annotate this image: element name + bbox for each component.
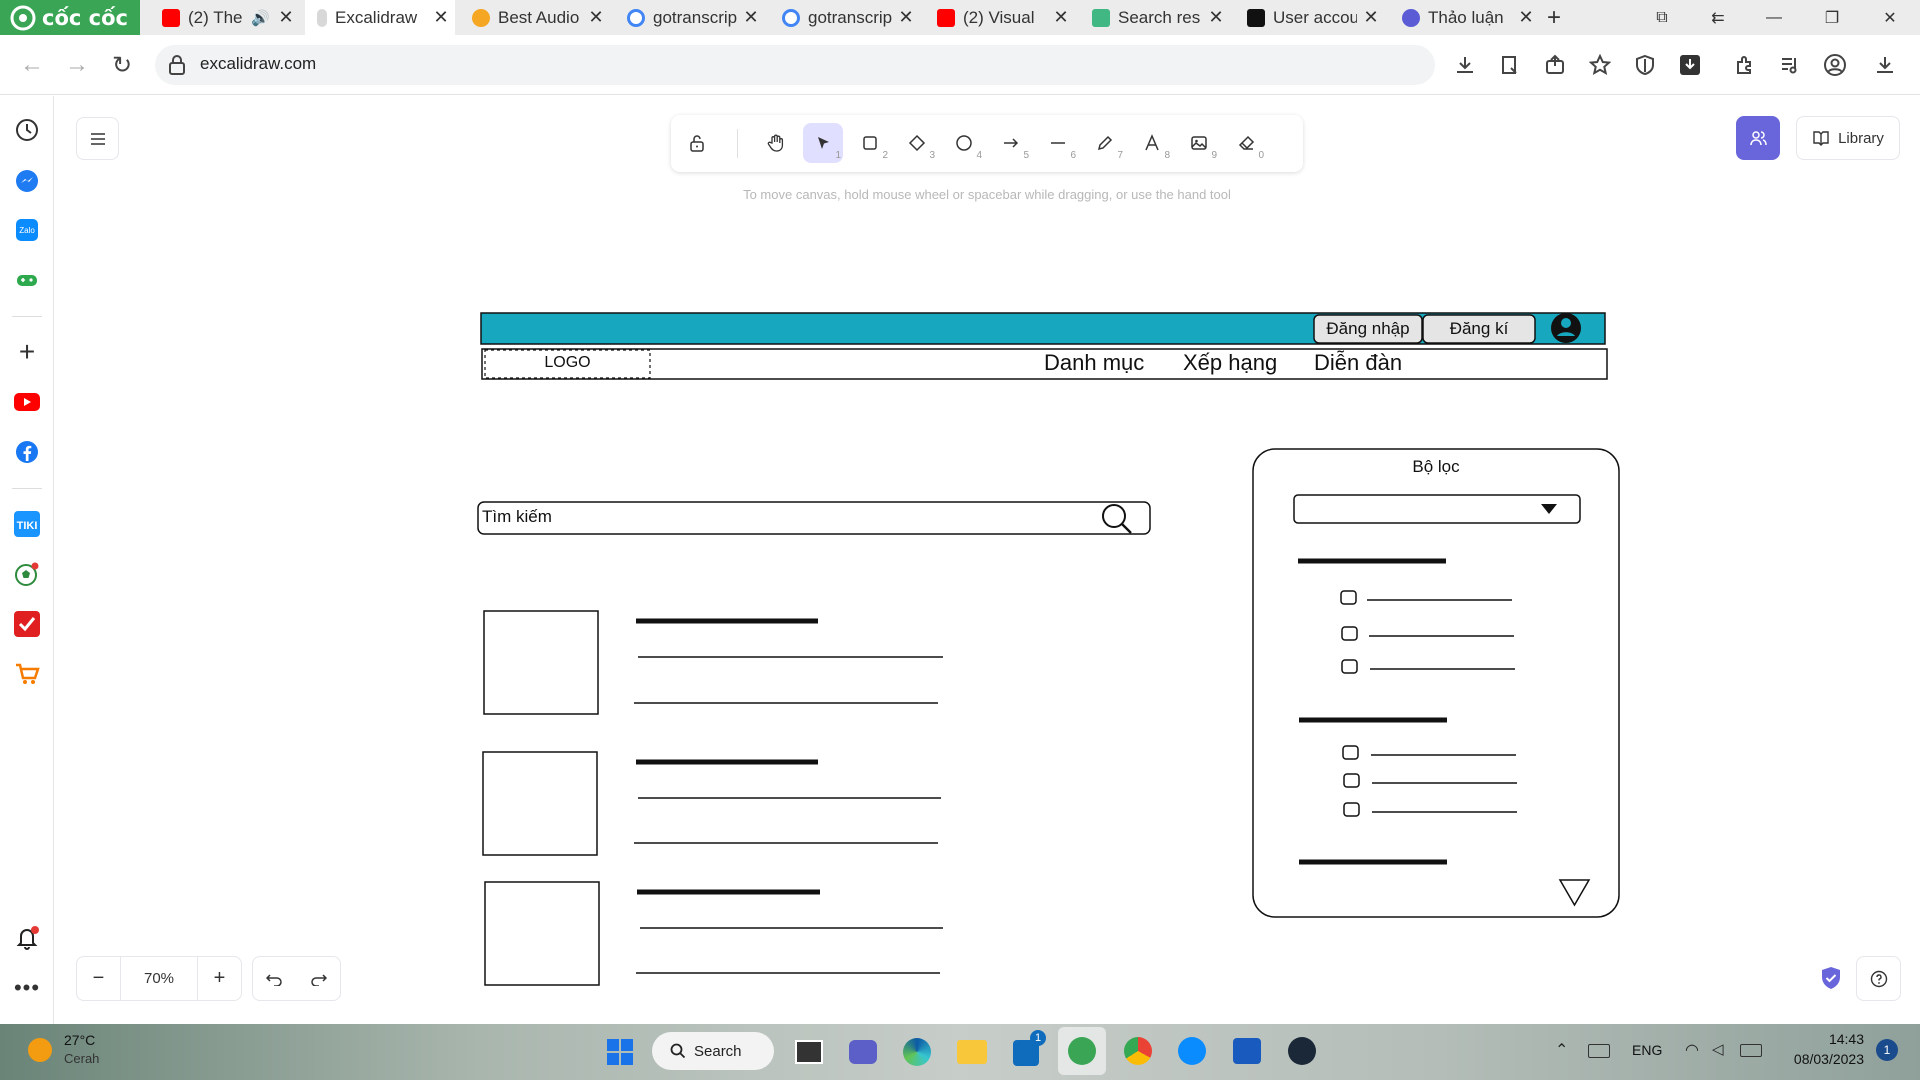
checkbox[interactable]	[1341, 659, 1358, 674]
search-icon[interactable]	[1102, 504, 1132, 534]
input-language[interactable]: ENG	[1632, 1042, 1662, 1058]
list-item[interactable]	[482, 751, 941, 856]
canvas-drawing[interactable]	[0, 0, 1920, 1024]
weather-temp[interactable]: 27°C	[64, 1032, 95, 1048]
scroll-down-triangle-icon[interactable]	[1558, 879, 1591, 907]
item-thumbnail[interactable]	[484, 881, 600, 986]
dropdown-caret-icon[interactable]	[1541, 504, 1557, 514]
search-box[interactable]	[477, 501, 1151, 535]
filter-checkbox-row[interactable]	[1343, 773, 1517, 788]
checkbox[interactable]	[1343, 773, 1360, 788]
edge-icon[interactable]	[903, 1038, 931, 1066]
nav-item-categories: Danh mục	[1044, 350, 1145, 375]
item-thumbnail[interactable]	[482, 751, 598, 856]
steam-icon[interactable]	[1288, 1037, 1316, 1065]
filter-checkbox-row[interactable]	[1343, 802, 1517, 817]
zalo-taskbar-icon[interactable]	[1178, 1037, 1206, 1065]
word-icon[interactable]	[1233, 1038, 1261, 1064]
show-hidden-icons-icon[interactable]: ⌃	[1555, 1040, 1568, 1060]
file-explorer-icon[interactable]	[957, 1040, 987, 1064]
filter-dropdown[interactable]	[1293, 494, 1581, 524]
checkbox[interactable]	[1340, 590, 1357, 605]
list-item[interactable]	[483, 610, 943, 715]
taskbar-search-label: Search	[694, 1042, 742, 1060]
weather-desc[interactable]: Cerah	[64, 1051, 99, 1066]
notification-count-badge[interactable]: 1	[1876, 1039, 1898, 1061]
teams-chat-icon[interactable]	[849, 1040, 877, 1064]
clock-date[interactable]: 08/03/2023	[1780, 1051, 1864, 1067]
search-placeholder: Tìm kiếm	[482, 507, 552, 526]
keyboard-icon[interactable]	[1588, 1044, 1610, 1058]
register-label: Đăng kí	[1449, 319, 1509, 338]
search-icon	[670, 1043, 686, 1059]
store-badge: 1	[1030, 1030, 1046, 1046]
nav-item-forum: Diễn đàn	[1314, 350, 1403, 375]
battery-icon[interactable]	[1740, 1044, 1762, 1057]
list-item[interactable]	[484, 881, 943, 986]
user-avatar-icon[interactable]	[1551, 313, 1581, 343]
filter-checkbox-row[interactable]	[1341, 659, 1515, 674]
filter-panel[interactable]	[1252, 448, 1620, 918]
wifi-icon[interactable]: ◠	[1685, 1040, 1699, 1060]
checkbox[interactable]	[1341, 626, 1358, 641]
filter-title: Bộ lọc	[1412, 457, 1460, 476]
volume-icon[interactable]: ◁	[1712, 1040, 1724, 1058]
weather-sun-icon[interactable]	[28, 1038, 52, 1062]
checkbox[interactable]	[1342, 745, 1359, 760]
logo-label: LOGO	[544, 354, 591, 371]
checkbox[interactable]	[1343, 802, 1360, 817]
taskbar-search[interactable]: Search	[652, 1032, 774, 1070]
clock-time[interactable]: 14:43	[1780, 1031, 1864, 1047]
login-label: Đăng nhập	[1326, 319, 1410, 338]
nav-item-ranking: Xếp hạng	[1183, 350, 1278, 375]
windows-start-icon[interactable]	[606, 1038, 634, 1066]
filter-checkbox-row[interactable]	[1342, 745, 1516, 760]
chrome-icon[interactable]	[1124, 1037, 1152, 1065]
task-view-icon[interactable]	[795, 1040, 823, 1064]
filter-checkbox-row[interactable]	[1340, 590, 1512, 605]
filter-checkbox-row[interactable]	[1341, 626, 1514, 641]
coccoc-taskbar-icon[interactable]	[1068, 1037, 1096, 1065]
item-thumbnail[interactable]	[483, 610, 599, 715]
